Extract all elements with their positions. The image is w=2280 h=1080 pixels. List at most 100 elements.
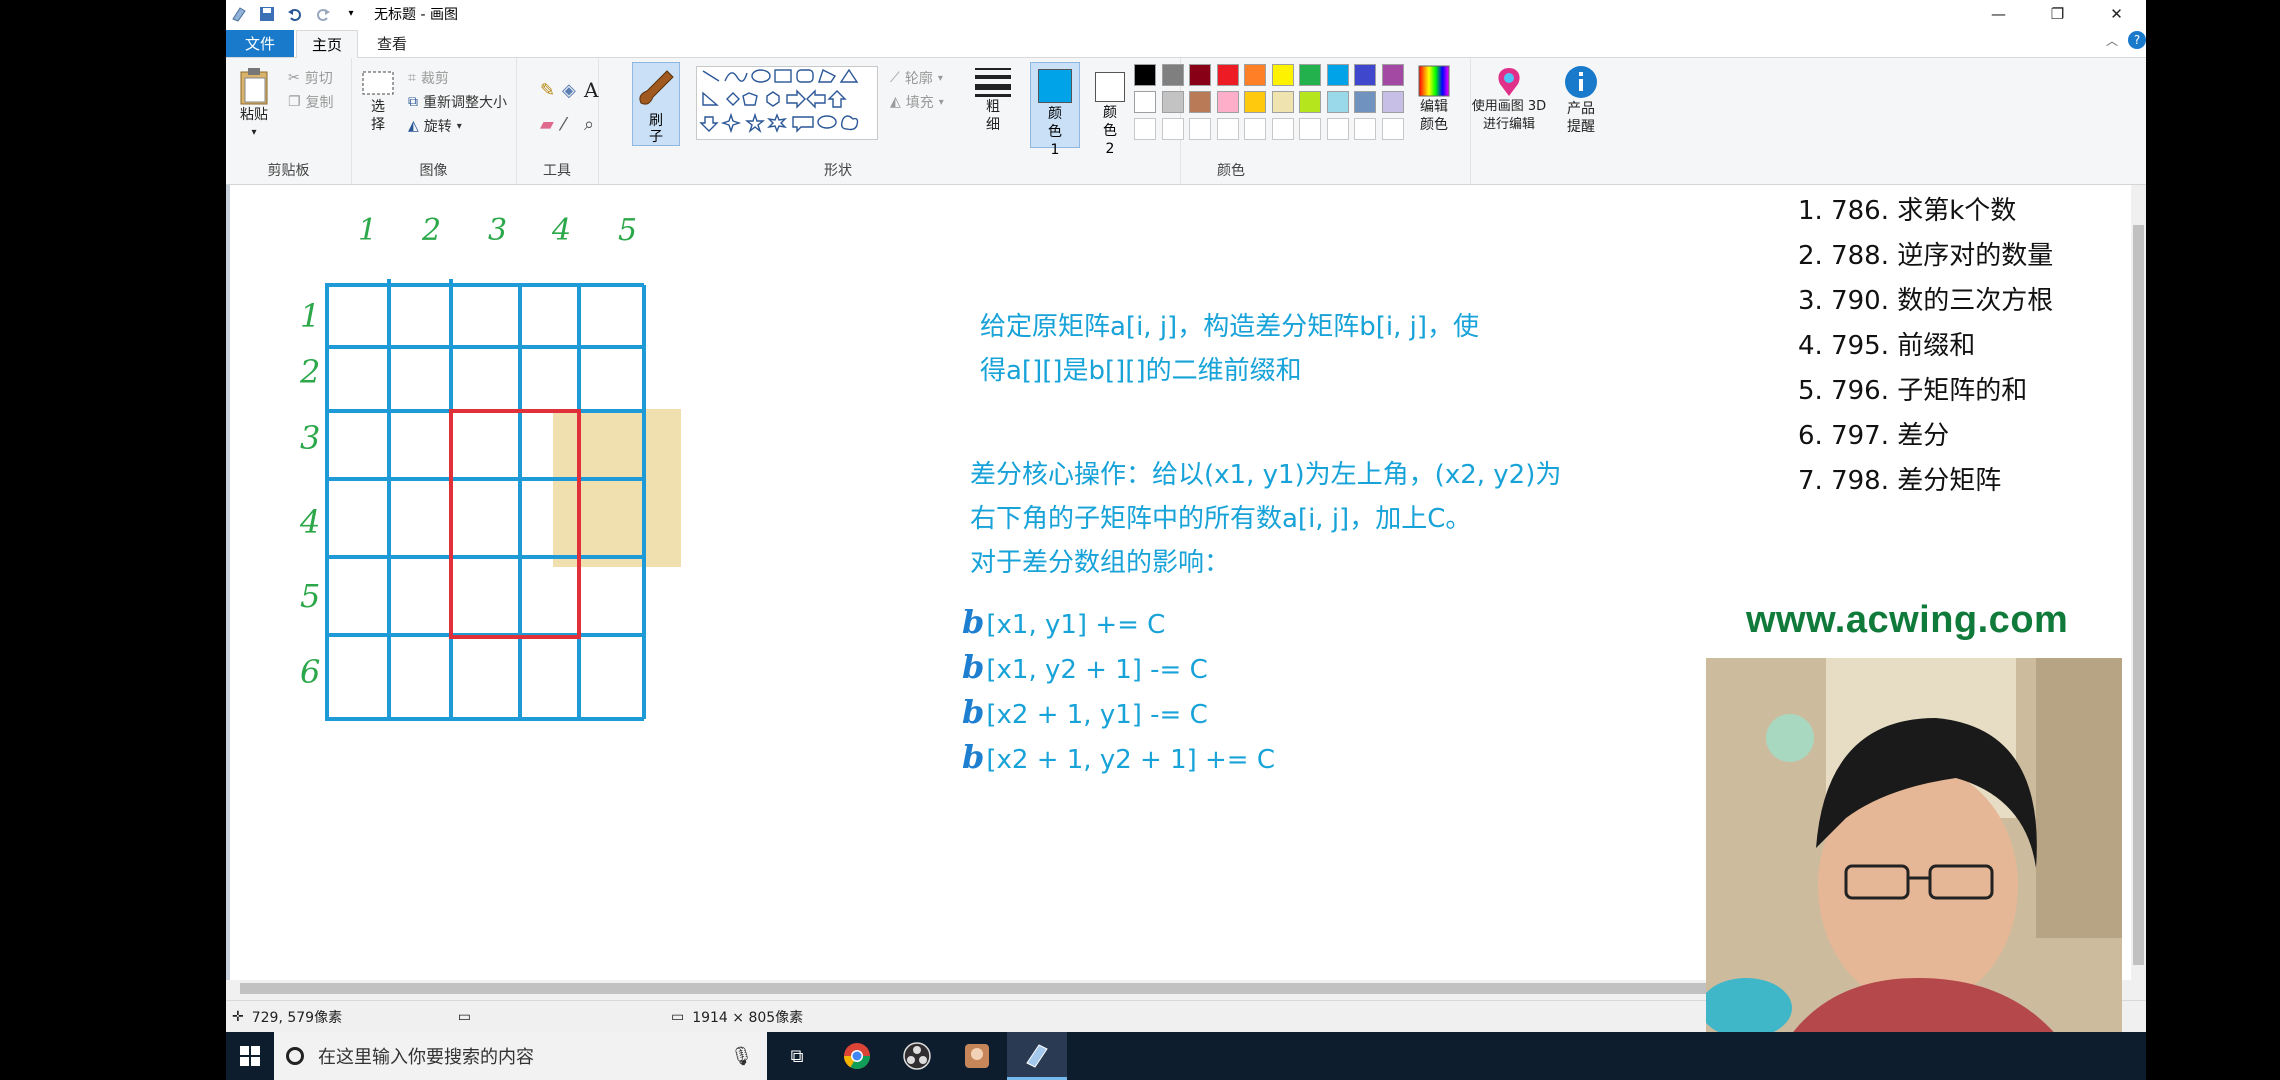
custom-color-slot[interactable]	[1381, 118, 1404, 140]
start-button[interactable]	[226, 1032, 274, 1080]
help-icon[interactable]: ?	[2128, 31, 2146, 49]
tab-file[interactable]: 文件	[226, 30, 294, 57]
canvas-size-icon: ▭	[670, 1009, 685, 1025]
problem-item: 4. 795. 前缀和	[1798, 331, 1976, 361]
color-picker-icon[interactable]: ⁄	[562, 114, 565, 135]
problem-item: 6. 797. 差分	[1798, 421, 1950, 451]
canvas-dimensions: 1914 × 805像素	[692, 1010, 804, 1026]
palette-swatch[interactable]	[1244, 64, 1266, 86]
palette-swatch[interactable]	[1216, 91, 1239, 113]
custom-color-slot[interactable]	[1216, 118, 1239, 140]
outline-icon: ⟋	[890, 70, 900, 86]
custom-color-slot[interactable]	[1271, 118, 1294, 140]
minimize-button[interactable]: —	[1969, 0, 2028, 27]
fill-bucket-icon[interactable]: ◈	[562, 80, 576, 101]
column-label: 5	[618, 213, 638, 248]
cut-button[interactable]: ✂ 剪切	[288, 68, 333, 88]
color1-button[interactable]: 颜色 1	[1030, 62, 1080, 158]
palette-swatch[interactable]	[1381, 64, 1404, 86]
resize-button[interactable]: ⧉ 重新调整大小	[408, 92, 507, 112]
product-alert-button[interactable]: 产品提醒	[1558, 64, 1604, 136]
tab-view[interactable]: 查看	[362, 30, 422, 57]
vertical-scrollbar[interactable]	[2131, 185, 2146, 980]
horizontal-scroll-thumb[interactable]	[240, 983, 1740, 994]
chrome-icon[interactable]	[827, 1032, 887, 1080]
outline-button[interactable]: ⟋ 轮廓 ▾	[890, 68, 943, 88]
save-icon[interactable]	[258, 5, 276, 23]
palette-swatch[interactable]	[1134, 64, 1156, 86]
shapes-gallery[interactable]	[696, 66, 878, 140]
redo-icon[interactable]	[314, 5, 332, 23]
custom-color-slot[interactable]	[1326, 118, 1349, 140]
column-label: 2	[422, 213, 442, 248]
paste-button[interactable]: 粘贴 ▾	[234, 66, 274, 142]
color2-button[interactable]: 颜色 2	[1086, 62, 1134, 157]
maximize-button[interactable]: ❐	[2028, 0, 2087, 27]
description-text: 给定原矩阵a[i, j]，构造差分矩阵b[i, j]，使 得a[][]是b[][…	[980, 305, 1479, 393]
palette-swatch[interactable]	[1271, 64, 1294, 86]
row-label: 2	[300, 353, 321, 391]
operation-text: 差分核心操作：给以(x1, y1)为左上角，(x2, y2)为 右下角的子矩阵中…	[970, 453, 1561, 585]
custom-color-slot[interactable]	[1189, 118, 1211, 140]
vertical-scroll-thumb[interactable]	[2133, 225, 2144, 965]
close-button[interactable]: ✕	[2087, 0, 2146, 27]
problem-item: 3. 790. 数的三次方根	[1798, 286, 2054, 316]
palette-swatch[interactable]	[1216, 64, 1239, 86]
handwritten-b: b	[962, 603, 985, 641]
rotate-button[interactable]: ◭ 旋转 ▾	[408, 116, 462, 136]
palette-swatch[interactable]	[1326, 64, 1349, 86]
submatrix-fill	[553, 409, 681, 567]
palette-swatch[interactable]	[1299, 91, 1321, 113]
eraser-icon[interactable]: ▰	[540, 114, 554, 135]
select-button[interactable]: 选择	[358, 70, 398, 134]
palette-swatch[interactable]	[1381, 91, 1404, 113]
custom-color-slot[interactable]	[1354, 118, 1376, 140]
custom-color-slot[interactable]	[1134, 118, 1156, 140]
palette-swatch[interactable]	[1134, 91, 1156, 113]
size-button[interactable]: 粗细	[970, 64, 1016, 134]
task-view-icon[interactable]: ⧉	[767, 1032, 827, 1080]
brush-icon	[639, 70, 674, 105]
selection-size-icon: ▭	[457, 1009, 471, 1025]
fill-button[interactable]: ◭ 填充 ▾	[890, 92, 944, 112]
palette-swatch[interactable]	[1189, 64, 1211, 86]
magnifier-icon[interactable]: ⌕	[584, 114, 594, 135]
crop-button[interactable]: ⌗ 裁剪	[408, 68, 449, 88]
palette-swatch[interactable]	[1271, 91, 1294, 113]
palette-swatch[interactable]	[1326, 91, 1349, 113]
palette-swatch[interactable]	[1354, 64, 1376, 86]
palette-swatch[interactable]	[1299, 64, 1321, 86]
obs-icon[interactable]	[887, 1032, 947, 1080]
copy-button[interactable]: ❐ 复制	[288, 92, 334, 112]
paint3d-button[interactable]: 使用画图 3D 进行编辑	[1470, 64, 1548, 134]
wechat-avatar-icon[interactable]	[947, 1032, 1007, 1080]
edit-colors-button[interactable]: 编辑颜色	[1410, 64, 1458, 134]
brush-button[interactable]: 刷子	[632, 62, 680, 146]
text-tool-icon[interactable]: A	[584, 78, 598, 102]
formula-line: b[x2 + 1, y2 + 1] += C	[962, 738, 1275, 776]
palette-swatch[interactable]	[1189, 91, 1211, 113]
palette-swatch[interactable]	[1244, 91, 1266, 113]
formula-line: b[x1, y2 + 1] -= C	[962, 648, 1208, 686]
custom-color-slot[interactable]	[1161, 118, 1184, 140]
paint-taskbar-icon[interactable]	[1007, 1032, 1067, 1080]
column-label: 4	[552, 213, 572, 248]
formula-text: [x2 + 1, y2 + 1] += C	[986, 745, 1276, 775]
formula-line: b[x1, y1] += C	[962, 603, 1165, 641]
customize-quick-access-icon[interactable]: ▾	[342, 5, 360, 23]
column-label: 1	[358, 213, 378, 248]
custom-color-slot[interactable]	[1299, 118, 1321, 140]
tab-home[interactable]: 主页	[296, 30, 358, 58]
formula-line: b[x2 + 1, y1] -= C	[962, 693, 1208, 731]
custom-color-slot[interactable]	[1244, 118, 1266, 140]
palette-swatch[interactable]	[1354, 91, 1376, 113]
palette-swatch[interactable]	[1161, 64, 1184, 86]
image-group-label: 图像	[419, 163, 448, 179]
pencil-icon[interactable]: ✎	[540, 80, 555, 101]
taskbar-search-box[interactable]: 在这里输入你要搜索的内容 🎙	[274, 1032, 767, 1080]
microphone-icon[interactable]: 🎙	[730, 1046, 753, 1067]
row-label: 1	[300, 297, 321, 335]
undo-icon[interactable]	[286, 5, 304, 23]
collapse-ribbon-icon[interactable]: ︿	[2106, 32, 2118, 49]
palette-swatch[interactable]	[1161, 91, 1184, 113]
